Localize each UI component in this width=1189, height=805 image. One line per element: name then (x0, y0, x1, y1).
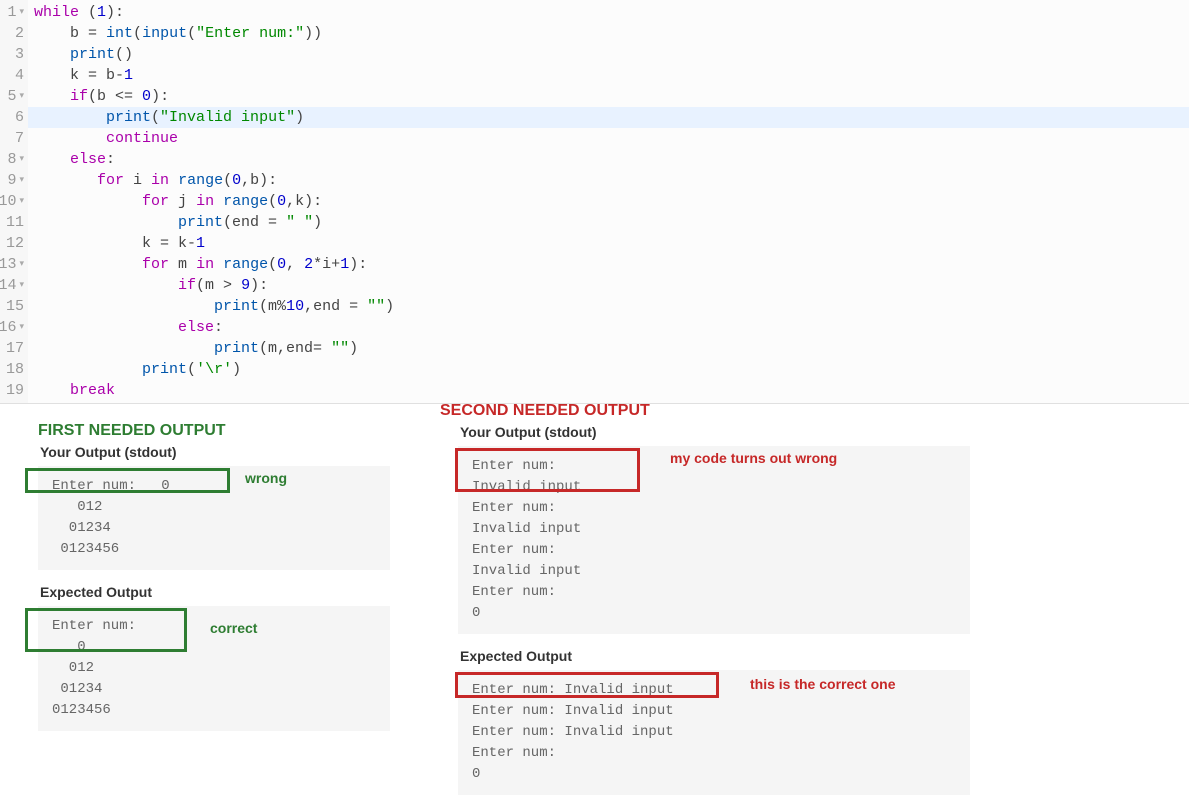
second-output-column: SECOND NEEDED OUTPUT Your Output (stdout… (450, 394, 970, 795)
code-line[interactable]: if(m > 9): (34, 275, 1183, 296)
your-output-label: Your Output (stdout) (40, 444, 390, 460)
code-line[interactable]: b = int(input("Enter num:")) (34, 23, 1183, 44)
code-line[interactable]: for j in range(0,k): (34, 191, 1183, 212)
code-line[interactable]: else: (34, 317, 1183, 338)
code-line[interactable]: print(m,end= "") (34, 338, 1183, 359)
expected-output-label-2: Expected Output (460, 648, 970, 664)
first-your-output: Enter num: 0 012 01234 0123456 (38, 466, 390, 570)
second-needed-title: SECOND NEEDED OUTPUT (440, 402, 970, 420)
code-line[interactable]: print('\r') (34, 359, 1183, 380)
wrong-label: wrong (245, 470, 287, 486)
first-output-column: FIRST NEEDED OUTPUT Your Output (stdout)… (30, 414, 390, 731)
code-line[interactable]: print(m%10,end = "") (34, 296, 1183, 317)
code-area[interactable]: while (1): b = int(input("Enter num:")) … (28, 0, 1189, 403)
second-your-output: Enter num: Invalid input Enter num: Inva… (458, 446, 970, 634)
code-line[interactable]: print(end = " ") (34, 212, 1183, 233)
correct-label: correct (210, 620, 257, 636)
outputs-section: FIRST NEEDED OUTPUT Your Output (stdout)… (0, 404, 1189, 805)
code-line[interactable]: print() (34, 44, 1183, 65)
code-line[interactable]: print("Invalid input") (28, 107, 1189, 128)
your-output-label-2: Your Output (stdout) (460, 424, 970, 440)
correct-label-2: this is the correct one (750, 676, 895, 692)
code-line[interactable]: while (1): (34, 2, 1183, 23)
code-editor[interactable]: 12345678910111213141516171819 while (1):… (0, 0, 1189, 404)
code-line[interactable]: for i in range(0,b): (34, 170, 1183, 191)
code-line[interactable]: for m in range(0, 2*i+1): (34, 254, 1183, 275)
first-needed-title: FIRST NEEDED OUTPUT (38, 422, 390, 440)
wrong-label-2: my code turns out wrong (670, 450, 837, 466)
line-number-gutter: 12345678910111213141516171819 (0, 0, 28, 403)
code-line[interactable]: k = b-1 (34, 65, 1183, 86)
expected-output-label: Expected Output (40, 584, 390, 600)
code-line[interactable]: k = k-1 (34, 233, 1183, 254)
code-line[interactable]: else: (34, 149, 1183, 170)
code-line[interactable]: if(b <= 0): (34, 86, 1183, 107)
code-line[interactable]: continue (34, 128, 1183, 149)
